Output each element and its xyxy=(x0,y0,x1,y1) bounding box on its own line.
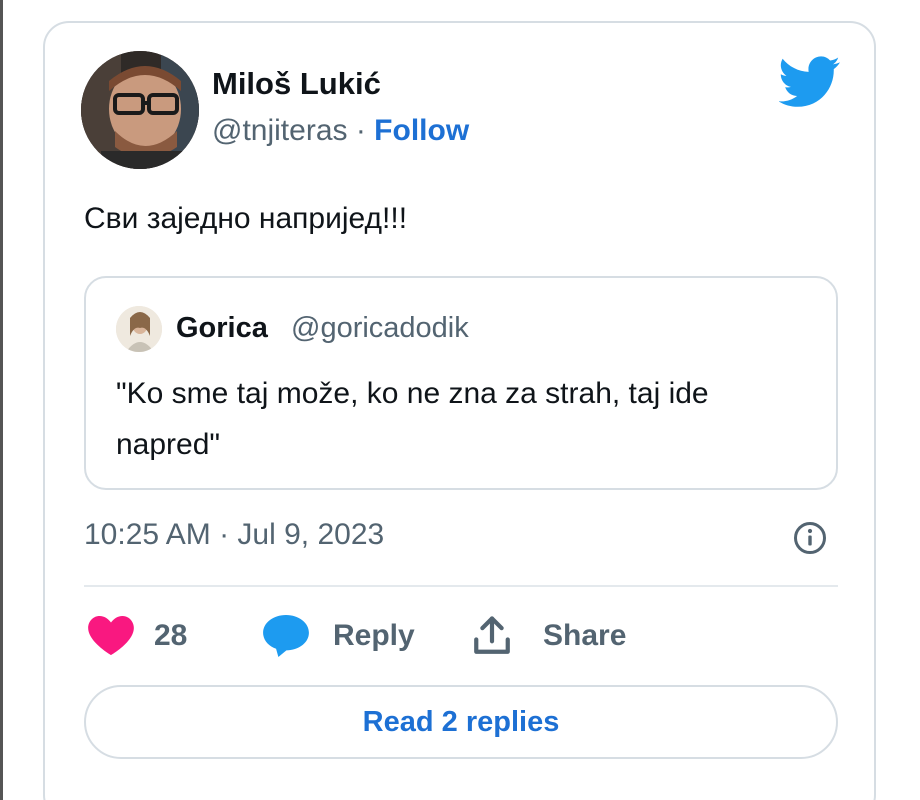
twitter-bird-icon[interactable] xyxy=(778,56,841,108)
follow-button[interactable]: Follow xyxy=(374,114,469,147)
read-replies-label: Read 2 replies xyxy=(362,705,560,738)
share-label: Share xyxy=(543,619,627,652)
reply-button[interactable]: Reply xyxy=(263,612,415,660)
author-avatar[interactable] xyxy=(81,51,199,169)
quoted-author-avatar xyxy=(116,306,162,352)
handle-separator: · xyxy=(347,114,375,147)
share-upload-icon xyxy=(474,616,510,654)
window-edge xyxy=(0,0,3,800)
info-icon[interactable] xyxy=(793,521,827,555)
reply-label: Reply xyxy=(333,619,415,652)
divider xyxy=(84,585,838,587)
heart-icon xyxy=(88,616,134,656)
tweet-text: Сви заједно напријед!!! xyxy=(84,202,408,235)
tweet-embed-page: Miloš Lukić @tnjiteras · Follow Сви заје… xyxy=(0,0,920,800)
quoted-tweet-text: "Ko sme taj može, ko ne zna za strah, ta… xyxy=(116,377,709,461)
quoted-author-name: Gorica xyxy=(176,312,268,344)
quoted-tweet[interactable]: Gorica @goricadodik "Ko sme taj može, ko… xyxy=(84,276,838,490)
author-handle[interactable]: @tnjiteras xyxy=(212,114,348,147)
tweet-timestamp[interactable]: 10:25 AM · Jul 9, 2023 xyxy=(84,518,384,552)
quoted-author-handle: @goricadodik xyxy=(291,312,469,344)
like-count: 28 xyxy=(154,619,188,652)
share-button[interactable]: Share xyxy=(471,612,626,660)
speech-bubble-icon xyxy=(263,615,309,657)
read-replies-button[interactable]: Read 2 replies xyxy=(84,685,838,759)
author-handle-line: @tnjiteras · Follow xyxy=(212,114,469,148)
like-button[interactable]: 28 xyxy=(88,612,187,660)
author-name[interactable]: Miloš Lukić xyxy=(212,66,381,102)
